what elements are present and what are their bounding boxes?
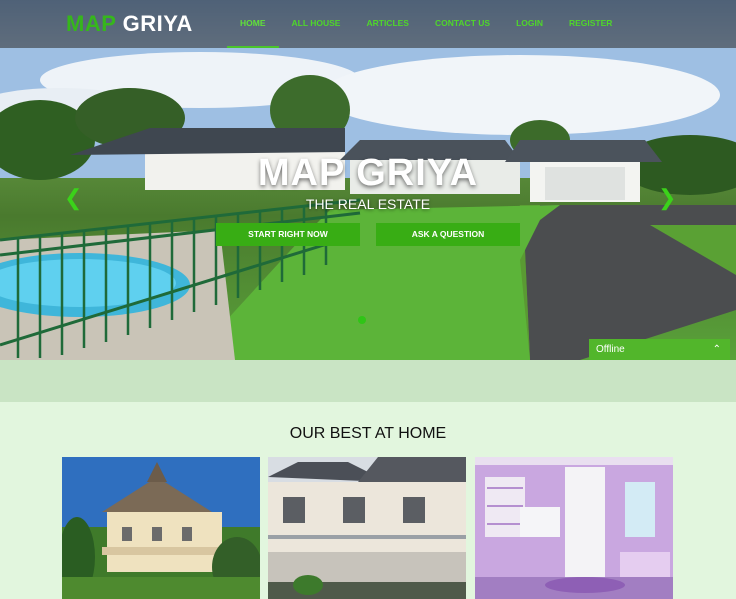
brand-logo[interactable]: MAP GRIYA <box>66 11 193 37</box>
property-card-townhouse[interactable] <box>268 457 466 599</box>
nav-contact-us[interactable]: CONTACT US <box>422 0 503 46</box>
hero-subtitle: THE REAL ESTATE <box>305 196 431 212</box>
hero-title: MAP GRIYA <box>257 152 479 194</box>
chevron-up-icon[interactable]: ⌃ <box>713 339 721 360</box>
start-right-now-button[interactable]: START RIGHT NOW <box>216 223 360 246</box>
chat-status-label: Offline <box>596 344 625 355</box>
nav-articles[interactable]: ARTICLES <box>353 0 422 46</box>
main-nav: HOME ALL HOUSE ARTICLES CONTACT US LOGIN… <box>227 0 625 48</box>
victorian-house-image <box>62 457 260 599</box>
nav-home[interactable]: HOME <box>227 0 279 48</box>
nav-all-house[interactable]: ALL HOUSE <box>279 0 354 46</box>
hero-slider: MAP GRIYA HOME ALL HOUSE ARTICLES CONTAC… <box>0 0 736 360</box>
nav-register[interactable]: REGISTER <box>556 0 625 46</box>
purple-bedroom-image <box>475 457 673 599</box>
townhouse-image <box>268 457 466 599</box>
chat-widget[interactable]: Offline ⌃ <box>589 339 730 360</box>
top-navigation-bar: MAP GRIYA HOME ALL HOUSE ARTICLES CONTAC… <box>0 0 736 48</box>
nav-login[interactable]: LOGIN <box>503 0 556 46</box>
property-card-bedroom[interactable] <box>475 457 673 599</box>
slider-dot-indicator[interactable] <box>358 316 366 324</box>
chevron-right-icon[interactable]: ❯ <box>658 186 676 210</box>
divider-band <box>0 360 736 402</box>
section-title: OUR BEST AT HOME <box>289 425 447 442</box>
ask-a-question-button[interactable]: ASK A QUESTION <box>376 223 520 246</box>
chevron-left-icon[interactable]: ❮ <box>64 186 82 210</box>
property-card-victorian[interactable] <box>62 457 260 599</box>
brand-logo-part1: MAP <box>66 11 116 36</box>
brand-logo-part2: GRIYA <box>122 11 193 36</box>
